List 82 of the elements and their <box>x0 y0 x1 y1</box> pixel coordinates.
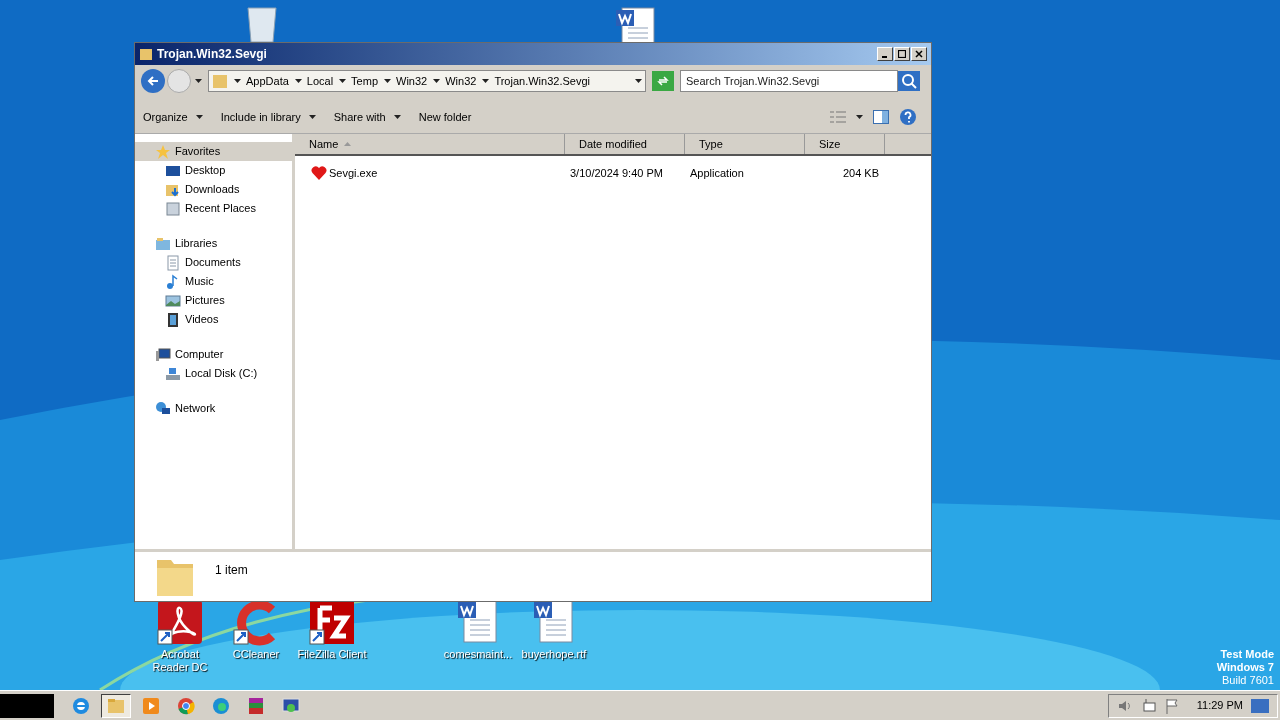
breadcrumb-link[interactable]: Trojan.Win32.Sevgi <box>494 72 590 90</box>
close-button[interactable] <box>911 47 927 61</box>
size-cell-text: 204 KB <box>841 165 880 181</box>
nav-item[interactable]: Music <box>135 272 292 291</box>
preview-pane-icon[interactable] <box>873 110 889 124</box>
breadcrumb-link[interactable]: AppData <box>246 72 289 90</box>
toolbar-button[interactable]: Include in library <box>220 105 316 129</box>
folder-icon <box>212 73 228 89</box>
maximize-button[interactable] <box>894 47 910 61</box>
toolbar-button[interactable]: Share with <box>333 105 401 129</box>
nav-item[interactable]: Documents <box>135 253 292 272</box>
toolbar-button[interactable]: Organize <box>143 105 203 129</box>
caret-icon <box>635 79 642 83</box>
flag-icon[interactable] <box>1164 697 1179 714</box>
nav-item[interactable]: Recent Places <box>135 199 292 218</box>
caret-icon <box>234 79 241 83</box>
breadcrumb-link[interactable]: Local <box>306 72 334 90</box>
play-icon <box>141 695 161 716</box>
item-count: 1 item <box>215 562 248 579</box>
breadcrumb-link[interactable]: Temp <box>351 72 378 90</box>
column-header[interactable]: Type <box>685 134 805 154</box>
desktop-notice-text: Build 7601 <box>1222 674 1274 687</box>
column-header[interactable]: Name <box>295 134 565 154</box>
column-header[interactable]: Size <box>805 134 885 154</box>
window-title: Trojan.Win32.Sevgi <box>157 46 267 63</box>
nav-group-item[interactable]: Computer <box>135 345 292 364</box>
caret-icon <box>195 79 202 83</box>
caret-icon <box>339 79 347 83</box>
back-arrow-icon <box>147 75 159 87</box>
document-icon <box>165 254 181 271</box>
desktop-notice-text: Test Mode <box>1220 648 1274 661</box>
desktop-notice-text: Windows 7 <box>1216 661 1274 674</box>
nav-group-item[interactable]: Libraries <box>135 234 292 253</box>
help-icon[interactable] <box>899 108 917 126</box>
date-cell-text: 3/10/2024 9:40 PM <box>569 165 664 181</box>
recent-places-icon <box>165 200 181 217</box>
star-icon <box>155 143 171 160</box>
caret-icon <box>482 79 490 83</box>
film-icon <box>165 311 181 328</box>
breadcrumb-link[interactable]: Win32 <box>396 72 428 90</box>
caret-icon <box>856 115 863 119</box>
winrar-icon <box>246 695 266 716</box>
edge-icon <box>211 695 231 716</box>
nav-item[interactable]: Videos <box>135 310 292 329</box>
address-bar[interactable]: AppData Local Temp Win32 Win32 Trojan.Win32.Sevgi <box>208 70 646 92</box>
breadcrumb-link[interactable]: Win32 <box>445 72 477 90</box>
type-cell-text: Application <box>689 165 745 181</box>
clock[interactable]: 11:29 PM <box>1196 697 1243 714</box>
chrome-icon <box>176 695 196 716</box>
nav-item[interactable]: Downloads <box>135 180 292 199</box>
network-icon[interactable] <box>1140 697 1157 714</box>
maximize-icon <box>898 50 906 58</box>
close-icon <box>915 50 923 58</box>
file-name: Sevgi.exe <box>329 165 378 181</box>
pictures-icon <box>165 292 181 309</box>
search-icon[interactable] <box>898 70 920 92</box>
browser-e-icon <box>71 695 91 716</box>
start-button[interactable] <box>0 693 54 718</box>
nav-item[interactable]: Pictures <box>135 291 292 310</box>
heart-icon <box>311 165 327 181</box>
minimize-button[interactable] <box>877 47 893 61</box>
nav-group-item[interactable]: Favorites <box>135 142 292 161</box>
caret-icon <box>294 79 302 83</box>
folder-icon <box>139 47 153 61</box>
file-row[interactable]: Sevgi.exe 3/10/2024 9:40 PM Application 204 KB <box>295 162 931 184</box>
refresh-button[interactable] <box>652 71 674 91</box>
computer-icon <box>155 346 171 363</box>
taskbar-button[interactable] <box>101 693 131 718</box>
disk-drive-icon <box>165 365 181 382</box>
show-desktop-icon[interactable] <box>1251 698 1269 713</box>
caret-icon <box>384 79 391 83</box>
nav-group-item[interactable]: Network <box>135 399 292 418</box>
nav-item[interactable]: Local Disk (C:) <box>135 364 292 383</box>
back-button[interactable] <box>141 69 165 93</box>
library-icon <box>155 235 171 252</box>
refresh-arrows-icon <box>657 75 669 87</box>
network-icon <box>155 400 171 417</box>
column-header[interactable]: Date modified <box>565 134 685 154</box>
search-field[interactable]: Search Trojan.Win32.Sevgi <box>680 70 898 92</box>
caret-icon <box>433 79 441 83</box>
toolbar-button[interactable]: New folder <box>418 105 472 129</box>
nav-item[interactable]: Desktop <box>135 161 292 180</box>
